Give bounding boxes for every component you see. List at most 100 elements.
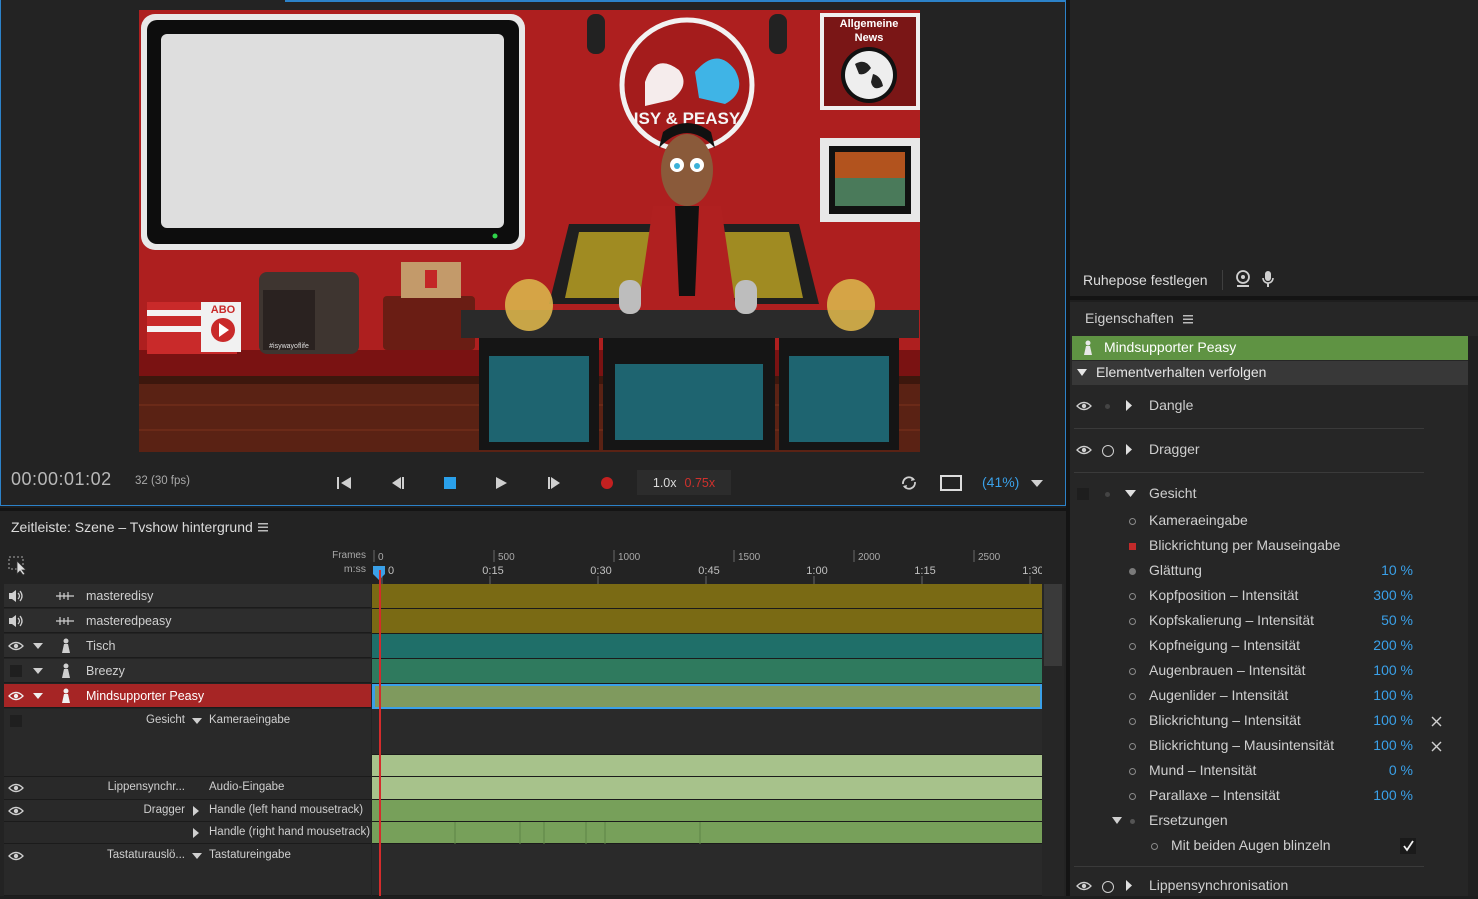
behavior-row-dragger[interactable]: Dragger <box>1072 438 1468 463</box>
lane-masteredisy[interactable] <box>372 584 1042 609</box>
record-button[interactable] <box>594 470 620 496</box>
param-row-kopfposition[interactable]: Kopfposition – Intensität 300 % <box>1072 584 1468 609</box>
close-icon[interactable] <box>1431 716 1442 727</box>
eye-icon[interactable] <box>1076 400 1092 412</box>
arm-indicator[interactable] <box>1102 445 1114 457</box>
timeline-menu-button[interactable] <box>257 521 269 536</box>
param-row-blickrichtung-intensitaet[interactable]: Blickrichtung – Intensität 100 % <box>1072 709 1468 734</box>
param-value[interactable]: 100 % <box>1373 712 1413 728</box>
eye-icon[interactable] <box>1076 880 1092 892</box>
frame-view-button[interactable] <box>938 470 964 496</box>
eye-icon[interactable] <box>8 640 24 652</box>
param-value[interactable]: 0 % <box>1389 762 1413 778</box>
lane-tisch[interactable] <box>372 634 1042 659</box>
subtrack-row-lipsync[interactable]: Lippensynchr... Audio-Eingabe <box>4 777 371 800</box>
param-row-blickrichtung-mausintensitaet[interactable]: Blickrichtung – Mausintensität 100 % <box>1072 734 1468 759</box>
lane-mindsupporter-peasy[interactable] <box>372 684 1042 709</box>
properties-menu-button[interactable] <box>1182 313 1194 328</box>
timeline-ruler[interactable]: 0 500 1000 1500 2000 2500 0 0:15 0:30 0:45 1:00 1:1… <box>372 548 1044 584</box>
scene-stage[interactable]: ISY & PEASY Allgemeine News ABO #isywayo… <box>139 10 920 452</box>
param-row-blinzeln[interactable]: Mit beiden Augen blinzeln <box>1072 834 1468 859</box>
lane-dragger-right[interactable] <box>372 822 1042 844</box>
select-tool-button[interactable] <box>8 556 28 579</box>
param-value[interactable]: 200 % <box>1373 637 1413 653</box>
track-row-masteredpeasy[interactable]: masteredpeasy <box>4 609 371 633</box>
param-row-augenlider[interactable]: Augenlider – Intensität 100 % <box>1072 684 1468 709</box>
properties-scrollbar[interactable] <box>1468 336 1478 896</box>
chevron-down-icon[interactable] <box>1111 816 1123 825</box>
param-row-mund[interactable]: Mund – Intensität 0 % <box>1072 759 1468 784</box>
param-value[interactable]: 100 % <box>1373 662 1413 678</box>
chevron-down-icon[interactable] <box>32 667 44 675</box>
param-value[interactable]: 300 % <box>1373 587 1413 603</box>
stop-button[interactable] <box>437 470 463 496</box>
param-row-glaettung[interactable]: Glättung 10 % <box>1072 559 1468 584</box>
arm-indicator[interactable] <box>1102 881 1114 893</box>
track-row-tisch[interactable]: Tisch <box>4 634 371 658</box>
param-value[interactable]: 100 % <box>1373 687 1413 703</box>
chevron-right-icon[interactable] <box>1125 443 1133 456</box>
lane-lipsync[interactable] <box>372 777 1042 800</box>
close-icon[interactable] <box>1431 741 1442 752</box>
chevron-down-icon[interactable] <box>191 852 203 860</box>
param-row-augenbrauen[interactable]: Augenbrauen – Intensität 100 % <box>1072 659 1468 684</box>
param-value[interactable]: 100 % <box>1373 737 1413 753</box>
track-row-breezy[interactable]: Breezy <box>4 659 371 683</box>
chevron-down-icon[interactable] <box>1124 489 1137 498</box>
set-rest-pose-button[interactable]: Ruhepose festlegen <box>1083 272 1208 288</box>
step-back-button[interactable] <box>385 470 411 496</box>
subtrack-row-dragger-right[interactable]: Handle (right hand mousetrack) <box>4 822 371 844</box>
lane-breezy[interactable] <box>372 659 1042 684</box>
chevron-down-icon[interactable] <box>32 692 44 700</box>
param-row-blickrichtung-maus[interactable]: Blickrichtung per Mauseingabe <box>1072 534 1468 559</box>
visibility-toggle[interactable] <box>1077 488 1089 500</box>
subtrack-row-gesicht[interactable]: Gesicht Kameraeingabe <box>4 709 371 777</box>
lane-gesicht[interactable] <box>372 709 1042 755</box>
lane-masteredpeasy[interactable] <box>372 609 1042 634</box>
puppet-header[interactable]: Mindsupporter Peasy <box>1072 336 1468 360</box>
arm-indicator[interactable] <box>1105 404 1110 409</box>
param-row-parallaxe[interactable]: Parallaxe – Intensität 100 % <box>1072 784 1468 809</box>
chevron-right-icon[interactable] <box>192 827 200 839</box>
zoom-dropdown[interactable] <box>1030 476 1044 491</box>
microphone-toggle[interactable] <box>1261 270 1275 291</box>
eye-icon[interactable] <box>8 690 24 702</box>
track-row-masteredisy[interactable]: masteredisy <box>4 584 371 608</box>
lane-dragger-left[interactable] <box>372 800 1042 822</box>
playback-speed-control[interactable]: 1.0x 0.75x <box>637 470 731 495</box>
param-value[interactable]: 10 % <box>1381 562 1413 578</box>
play-button[interactable] <box>488 470 514 496</box>
group-row-ersetzungen[interactable]: Ersetzungen <box>1072 809 1468 834</box>
loop-button[interactable] <box>896 470 922 496</box>
chevron-right-icon[interactable] <box>192 805 200 817</box>
chevron-right-icon[interactable] <box>1125 399 1133 412</box>
param-value[interactable]: 100 % <box>1373 787 1413 803</box>
lane-gesicht-clip[interactable] <box>372 755 1042 777</box>
eye-icon[interactable] <box>8 782 24 794</box>
param-value[interactable]: 50 % <box>1381 612 1413 628</box>
lane-keyboard[interactable] <box>372 844 1042 896</box>
arm-indicator[interactable] <box>1105 492 1110 497</box>
behavior-row-lipsync[interactable]: Lippensynchronisation <box>1072 874 1468 899</box>
chevron-down-icon[interactable] <box>191 717 203 725</box>
eye-icon[interactable] <box>1076 444 1092 456</box>
chevron-right-icon[interactable] <box>1125 879 1133 892</box>
timeline-scrollbar[interactable] <box>1042 584 1064 896</box>
behavior-row-dangle[interactable]: Dangle <box>1072 394 1468 419</box>
visibility-toggle[interactable] <box>10 665 22 677</box>
param-row-kopfskalierung[interactable]: Kopfskalierung – Intensität 50 % <box>1072 609 1468 634</box>
param-row-kopfneigung[interactable]: Kopfneigung – Intensität 200 % <box>1072 634 1468 659</box>
timecode-display[interactable]: 00:00:01:02 <box>11 469 112 490</box>
subtrack-row-keyboard[interactable]: Tastaturauslö... Tastatureingabe <box>4 844 371 896</box>
eye-icon[interactable] <box>8 850 24 862</box>
behavior-row-gesicht[interactable]: Gesicht <box>1072 482 1468 507</box>
blink-checkbox[interactable] <box>1400 838 1416 854</box>
go-to-start-button[interactable] <box>331 470 357 496</box>
visibility-toggle[interactable] <box>10 715 22 727</box>
webcam-toggle[interactable] <box>1235 269 1251 291</box>
chevron-down-icon[interactable] <box>32 642 44 650</box>
track-row-mindsupporter-peasy[interactable]: Mindsupporter Peasy <box>4 684 371 708</box>
section-header-behaviors[interactable]: Elementverhalten verfolgen <box>1072 361 1468 385</box>
scrollbar-thumb[interactable] <box>1044 584 1062 666</box>
zoom-level[interactable]: (41%) <box>982 474 1019 490</box>
